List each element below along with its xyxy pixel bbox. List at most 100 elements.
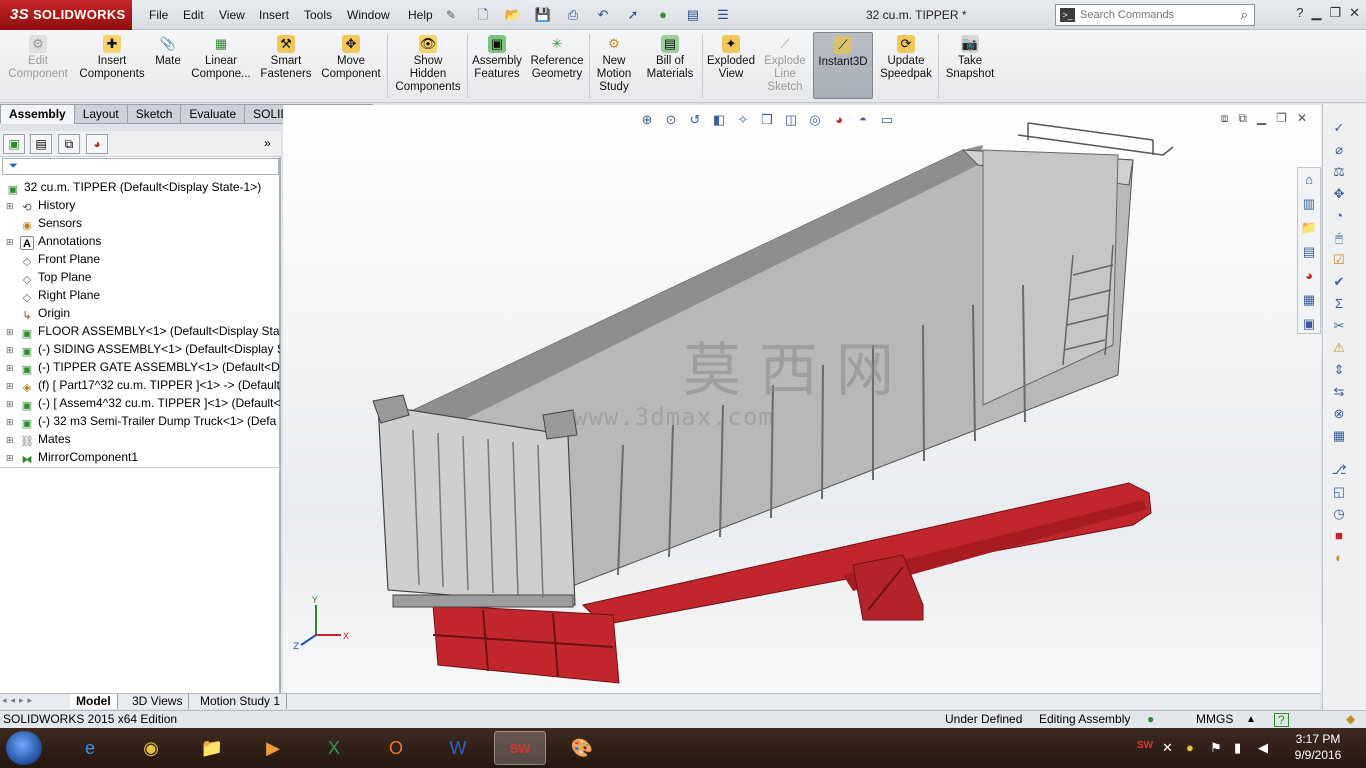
file-explorer-icon[interactable]: 📁 xyxy=(1298,217,1320,239)
menu-insert[interactable]: Insert xyxy=(259,8,289,22)
file-properties-icon[interactable]: ▤ xyxy=(680,5,706,25)
search-input[interactable] xyxy=(1080,7,1228,23)
restore-icon[interactable]: ❐ xyxy=(1329,5,1341,21)
search-icon[interactable]: ⌕ xyxy=(1241,7,1248,23)
splitter-handle-icon[interactable]: ‹ xyxy=(277,383,280,394)
mate-button[interactable]: 📎 Mate xyxy=(150,32,186,100)
outlook-icon[interactable]: O xyxy=(370,731,422,765)
word-icon[interactable]: W xyxy=(432,731,484,765)
tab-model[interactable]: Model xyxy=(70,694,118,709)
view-settings-icon[interactable]: ▭ xyxy=(878,111,896,129)
hide-show-items-icon[interactable]: ◎ xyxy=(806,111,824,129)
tray-app-icon[interactable]: ✕ xyxy=(1162,740,1173,756)
measure-icon[interactable]: ⌀ xyxy=(1325,140,1353,160)
property-manager-tab-icon[interactable]: ▤ xyxy=(30,134,52,154)
red-box-icon[interactable]: ■ xyxy=(1325,526,1353,546)
new-motion-study-button[interactable]: ⚙ New Motion Study xyxy=(592,32,636,100)
solidworks-logo[interactable]: 3S SOLIDWORKS xyxy=(0,0,132,30)
save-icon[interactable]: 💾 xyxy=(530,5,556,25)
move-component-button[interactable]: ✥ Move Component xyxy=(318,32,384,100)
menu-view[interactable]: View xyxy=(219,8,245,22)
sustain-icon[interactable]: ◐ xyxy=(1325,548,1353,568)
action-center-icon[interactable]: ⚑ xyxy=(1210,740,1222,756)
tab-sketch[interactable]: Sketch xyxy=(126,104,182,124)
tree-item-floor-assembly[interactable]: ⊞ ▣ FLOOR ASSEMBLY<1> (Default<Display Sta… xyxy=(6,322,280,340)
clock-icon[interactable]: ◷ xyxy=(1325,504,1353,524)
tree-item-top-plane[interactable]: ◇ Top Plane xyxy=(6,268,280,286)
tick-icon[interactable]: ✔ xyxy=(1325,272,1353,292)
edit-component-button[interactable]: ⚙ Edit Component xyxy=(4,32,72,100)
tag-icon[interactable]: ◆ xyxy=(1346,711,1355,728)
rebuild-status-icon[interactable]: ● xyxy=(1147,711,1154,728)
checklist-icon[interactable]: ☑ xyxy=(1325,250,1353,270)
home-icon[interactable]: ⌂ xyxy=(1298,169,1320,191)
graphics-area[interactable]: 莫 西 网 www.3dmax.com Y X Z ⊕ ⊙ ↺ ◧ ✧ ❒ ◫ … xyxy=(283,105,1321,693)
viewport-close-icon[interactable]: ✕ xyxy=(1297,111,1307,126)
configuration-manager-tab-icon[interactable]: ⧉ xyxy=(58,134,80,154)
performance-icon[interactable]: ◔ xyxy=(1325,206,1353,226)
tree-item-mates[interactable]: ⊞ ⛓ Mates xyxy=(6,430,280,448)
design-library-icon[interactable]: ▥ xyxy=(1298,193,1320,215)
menu-window[interactable]: Window xyxy=(347,8,390,22)
view-orientation-icon[interactable]: ❒ xyxy=(758,111,776,129)
warning-icon[interactable]: ⚠ xyxy=(1325,338,1353,358)
display-manager-tab-icon[interactable]: ◕ xyxy=(86,134,108,154)
media-player-icon[interactable]: ▶ xyxy=(247,731,299,765)
bill-of-materials-button[interactable]: ▤ Bill of Materials xyxy=(640,32,700,100)
tray-badge-icon[interactable]: ● xyxy=(1186,740,1194,755)
smart-fasteners-button[interactable]: ⚒ Smart Fasteners xyxy=(256,32,316,100)
sim-icon[interactable]: ◱ xyxy=(1325,482,1353,502)
viewport-minimize-icon[interactable]: ▁ xyxy=(1257,111,1266,126)
tree-item-right-plane[interactable]: ◇ Right Plane xyxy=(6,286,280,304)
dynamic-annotation-icon[interactable]: ✧ xyxy=(734,111,752,129)
units-dropdown-icon[interactable]: ▲ xyxy=(1246,711,1256,728)
linear-pattern-button[interactable]: ▦ Linear Compone... xyxy=(189,32,253,100)
tree-item-tipper-gate-assembly[interactable]: ⊞ ▣ (-) TIPPER GATE ASSEMBLY<1> (Default<D… xyxy=(6,358,280,376)
solidworks-taskbar-icon[interactable]: SW xyxy=(494,731,546,765)
tree-root[interactable]: ▣ 32 cu.m. TIPPER (Default<Display State-… xyxy=(2,178,280,196)
move-icon[interactable]: ✥ xyxy=(1325,184,1353,204)
internet-explorer-icon[interactable]: e xyxy=(64,731,116,765)
excel-icon[interactable]: X xyxy=(308,731,360,765)
exploded-view-button[interactable]: ✦ Exploded View xyxy=(704,32,758,100)
apply-scene-icon[interactable]: ◓ xyxy=(854,111,872,129)
take-snapshot-button[interactable]: 📷 Take Snapshot xyxy=(941,32,999,100)
chrome-icon[interactable]: ◉ xyxy=(125,731,177,765)
pin-icon[interactable]: ✎ xyxy=(446,8,456,22)
tab-assembly[interactable]: Assembly xyxy=(0,104,75,124)
spell-check-icon[interactable]: ✓ xyxy=(1325,118,1353,138)
help-icon[interactable]: ? xyxy=(1296,5,1303,21)
help-status-icon[interactable]: ? xyxy=(1274,713,1289,727)
windows-start-button[interactable] xyxy=(6,731,42,765)
display-style-icon[interactable]: ◫ xyxy=(782,111,800,129)
appearances-icon[interactable]: ◕ xyxy=(1298,265,1320,287)
custom-properties-icon[interactable]: ▦ xyxy=(1298,289,1320,311)
menu-help[interactable]: Help xyxy=(408,8,433,22)
mouse-gesture-icon[interactable]: 🖱 xyxy=(1325,228,1353,248)
open-icon[interactable]: 📂 xyxy=(500,5,526,25)
sum-icon[interactable]: Σ xyxy=(1325,294,1353,314)
network-icon[interactable]: ▮ xyxy=(1234,740,1241,756)
viewport-restore-icon[interactable]: ❐ xyxy=(1276,111,1287,126)
reference-geometry-button[interactable]: ✳ Reference Geometry xyxy=(527,32,587,100)
assembly-features-button[interactable]: ▣ Assembly Features xyxy=(470,32,524,100)
expand-panel-icon[interactable]: » xyxy=(264,136,271,150)
tree-item-mirror-component[interactable]: ⊞ ⧓ MirrorComponent1 xyxy=(6,448,280,466)
previous-view-icon[interactable]: ↺ xyxy=(686,111,704,129)
table-icon[interactable]: ▦ xyxy=(1325,426,1353,446)
edit-appearance-icon[interactable]: ◕ xyxy=(830,111,848,129)
show-hidden-components-button[interactable]: 👁 Show Hidden Components xyxy=(392,32,464,100)
menu-edit[interactable]: Edit xyxy=(183,8,204,22)
mass-properties-icon[interactable]: ⚖ xyxy=(1325,162,1353,182)
options-icon[interactable]: ☰ xyxy=(710,5,736,25)
zoom-area-icon[interactable]: ⊙ xyxy=(662,111,680,129)
routing-icon[interactable]: ⎇ xyxy=(1325,460,1353,480)
tree-item-history[interactable]: ⊞ ⟲ History xyxy=(6,196,280,214)
update-speedpak-button[interactable]: ⟳ Update Speedpak xyxy=(877,32,935,100)
zoom-to-fit-icon[interactable]: ⊕ xyxy=(638,111,656,129)
file-explorer-taskbar-icon[interactable]: 📁 xyxy=(186,731,238,765)
tab-scroll-arrows-icon[interactable]: ◂◂▸▸ xyxy=(2,695,36,706)
close-icon[interactable]: ✕ xyxy=(1349,5,1360,21)
menu-file[interactable]: File xyxy=(149,8,168,22)
tree-item-assem4[interactable]: ⊞ ▣ (-) [ Assem4^32 cu.m. TIPPER ]<1> (Def… xyxy=(6,394,280,412)
